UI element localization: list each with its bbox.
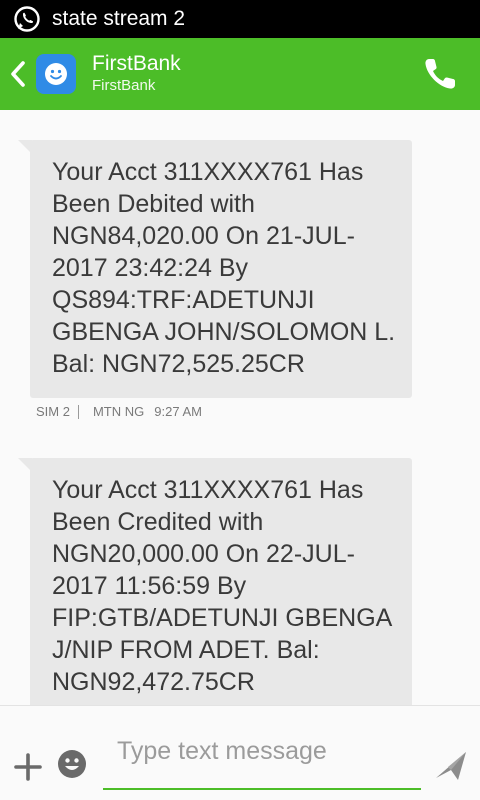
- back-chevron-icon[interactable]: [4, 38, 32, 110]
- message-time: 9:27 AM: [154, 404, 202, 419]
- status-bar: state stream 2: [0, 0, 480, 38]
- message-text: Your Acct 311XXXX761 Has Been Debited wi…: [52, 158, 396, 378]
- contact-names[interactable]: FirstBank FirstBank: [92, 52, 181, 96]
- phone-call-icon[interactable]: [420, 54, 460, 94]
- emoji-icon[interactable]: [57, 749, 87, 779]
- contact-name: FirstBank: [92, 52, 181, 75]
- message-list[interactable]: Your Acct 311XXXX761 Has Been Debited wi…: [0, 110, 480, 705]
- message-bubble[interactable]: Your Acct 311XXXX761 Has Been Debited wi…: [30, 140, 412, 398]
- conversation-header: FirstBank FirstBank: [0, 38, 480, 110]
- contact-avatar-icon[interactable]: [36, 54, 76, 94]
- message-text: Your Acct 311XXXX761 Has Been Credited w…: [52, 476, 391, 696]
- plus-icon[interactable]: [13, 752, 43, 782]
- status-bar-title: state stream 2: [52, 7, 186, 30]
- message-meta: SIM 2 MTN NG 9:27 AM: [36, 404, 202, 419]
- sim-label: SIM 2: [36, 404, 70, 419]
- whatsapp-icon: [12, 4, 42, 34]
- contact-number: FirstBank: [92, 77, 156, 94]
- message-input[interactable]: [103, 728, 421, 774]
- carrier-label: MTN NG: [92, 404, 145, 419]
- message-bubble[interactable]: Your Acct 311XXXX761 Has Been Credited w…: [30, 458, 412, 705]
- meta-divider: [77, 404, 79, 419]
- send-icon[interactable]: [434, 748, 470, 784]
- message-input-wrap[interactable]: [103, 728, 421, 790]
